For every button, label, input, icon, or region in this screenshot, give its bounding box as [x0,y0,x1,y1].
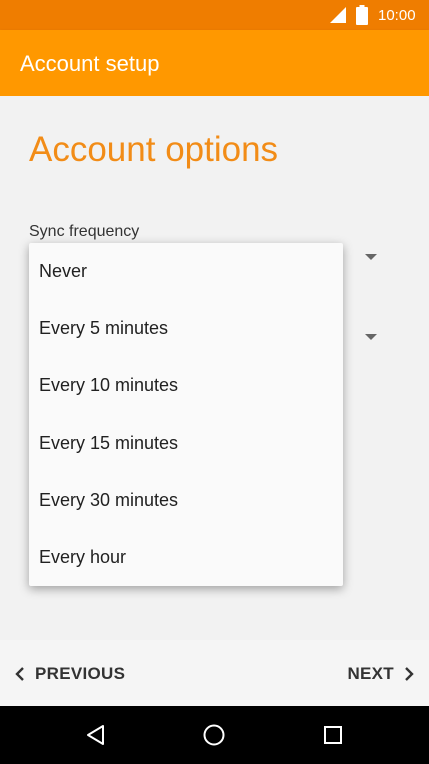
signal-icon [330,7,346,23]
bottom-navigation-bar: PREVIOUS NEXT [0,640,429,706]
battery-icon [356,5,368,25]
app-bar: Account setup [0,30,429,96]
dropdown-option-every-hour[interactable]: Every hour [29,529,343,586]
previous-button-label: PREVIOUS [35,664,126,683]
sync-frequency-label: Sync frequency [29,223,140,240]
home-icon[interactable] [202,723,226,747]
chevron-right-icon [405,667,414,681]
status-time: 10:00 [378,7,416,24]
app-bar-title: Account setup [20,51,160,76]
system-navigation-bar [0,706,429,764]
sync-frequency-dropdown-arrow-icon[interactable] [365,254,377,260]
next-button-label: NEXT [347,664,394,683]
recent-apps-icon[interactable] [321,723,345,747]
previous-button[interactable]: PREVIOUS [14,664,125,684]
dropdown-option-every-10-minutes[interactable]: Every 10 minutes [29,357,343,414]
back-icon[interactable] [84,723,108,747]
chevron-left-icon [15,667,24,681]
dropdown-option-every-15-minutes[interactable]: Every 15 minutes [29,415,343,472]
next-button[interactable]: NEXT [347,664,415,684]
status-bar: 10:00 [0,0,429,30]
page-title: Account options [29,130,279,169]
dropdown-option-never[interactable]: Never [29,243,343,300]
sync-frequency-dropdown: Never Every 5 minutes Every 10 minutes E… [29,243,343,586]
second-spinner-dropdown-arrow-icon[interactable] [365,334,377,340]
dropdown-option-every-5-minutes[interactable]: Every 5 minutes [29,300,343,357]
dropdown-option-every-30-minutes[interactable]: Every 30 minutes [29,472,343,529]
